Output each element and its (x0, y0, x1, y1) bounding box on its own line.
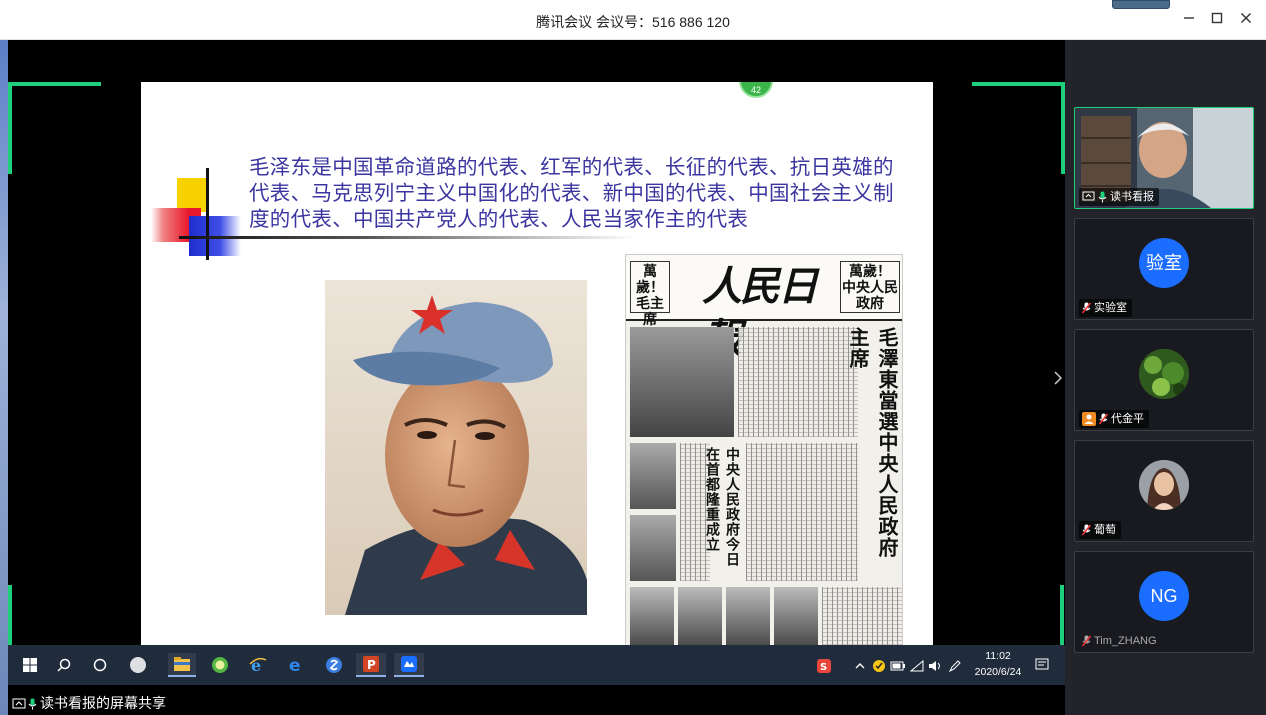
newspaper-left-slogan: 萬歲！ 毛主席 (630, 261, 670, 328)
avatar (1139, 349, 1189, 399)
sogou-ime-icon[interactable]: S (816, 653, 832, 677)
participant-name-tag: 实验室 (1079, 299, 1132, 317)
avatar (1139, 460, 1189, 510)
newspaper-photo (678, 587, 722, 647)
participant-name: 实验室 (1094, 302, 1127, 314)
tencent-meeting-icon[interactable] (394, 653, 424, 677)
slide-heading: 毛泽东是中国革命道路的代表、红军的代表、长征的代表、抗日英雄的代表、马克思列宁主… (249, 155, 894, 231)
microphone-icon (1098, 191, 1107, 203)
window-title: 腾讯会议 会议号：516 886 120 (536, 14, 730, 30)
newspaper-right-slogan: 萬歲！ 中央人民政府 (840, 261, 900, 313)
newspaper-column (746, 443, 858, 581)
title-bar: 腾讯会议 会议号：516 886 120 (0, 0, 1266, 40)
screen-share-icon (1082, 191, 1095, 201)
portrait-photo (325, 280, 587, 615)
participant-tile[interactable]: 代金平 (1074, 329, 1254, 431)
newspaper-photo (726, 587, 770, 647)
participant-tile[interactable]: 读书看报 (1074, 107, 1254, 209)
user-icon (1082, 412, 1096, 427)
share-frame-corner (972, 82, 1065, 174)
participant-tile[interactable]: 验室 实验室 (1074, 218, 1254, 320)
newspaper-photo (630, 587, 674, 647)
decoration-yellow-square (177, 178, 209, 212)
newspaper-body: 毛澤東當選中央人民政府主席 中央人民政府今日在首都隆重成立 (626, 323, 902, 647)
decoration-vertical-line (206, 168, 209, 260)
microphone-muted-icon (1082, 635, 1091, 647)
ie-icon[interactable]: e (246, 653, 270, 677)
participant-panel: 读书看报 验室 实验室 代金平 葡萄 NG Tim_ZHANG (1054, 40, 1262, 715)
newspaper-photo (630, 443, 676, 509)
edge-icon[interactable]: e (284, 653, 308, 677)
cortana-icon[interactable] (88, 653, 112, 677)
share-caption-text: 读书看报的屏幕共享 (40, 695, 166, 711)
microphone-muted-icon (1082, 302, 1091, 314)
volume-icon[interactable] (928, 653, 942, 677)
panel-edge (1262, 40, 1266, 715)
norton-icon[interactable] (872, 653, 886, 677)
newspaper-masthead: 萬歲！ 毛主席 人民日報 萬歲！ 中央人民政府 (626, 255, 902, 362)
chevron-up-icon[interactable] (854, 653, 866, 677)
shared-screen: 42 毛泽东是中国革命道路的代表、红军的代表、长征的代表、抗日英雄的代表、马克思… (8, 40, 1065, 692)
presentation-slide: 42 毛泽东是中国革命道路的代表、红军的代表、长征的代表、抗日英雄的代表、马克思… (141, 82, 933, 648)
participant-name-tag: 读书看报 (1079, 188, 1159, 206)
participant-name-tag: 代金平 (1079, 410, 1149, 428)
newspaper-title: 人民日報 (702, 263, 818, 362)
participant-tile[interactable]: 葡萄 (1074, 440, 1254, 542)
newspaper-column (738, 327, 858, 437)
share-frame-corner (8, 82, 101, 174)
newspaper-column (822, 587, 902, 647)
close-icon[interactable] (1233, 8, 1259, 32)
participant-name: Tim_ZHANG (1094, 635, 1157, 647)
microphone-muted-icon (1099, 413, 1108, 425)
svg-text:e: e (289, 656, 301, 674)
file-explorer-icon[interactable] (168, 653, 196, 677)
microphone-icon (28, 698, 37, 710)
newspaper-subheadline: 中央人民政府今日在首都隆重成立 (704, 447, 740, 567)
notification-icon[interactable] (1030, 653, 1054, 677)
network-icon[interactable] (909, 653, 924, 677)
clock-date: 2020/6/24 (974, 666, 1022, 678)
minimize-icon[interactable] (1176, 8, 1202, 32)
svg-text:S: S (820, 662, 827, 673)
newspaper-image: 萬歲！ 毛主席 人民日報 萬歲！ 中央人民政府 毛澤東當選中央人民政府主席 中央… (625, 254, 903, 648)
svg-text:P: P (367, 658, 376, 672)
chevron-right-icon[interactable] (1051, 368, 1065, 392)
participant-tile[interactable]: NG Tim_ZHANG (1074, 551, 1254, 653)
screen-share-icon (12, 698, 26, 709)
avatar: NG (1139, 571, 1189, 621)
microphone-muted-icon (1082, 524, 1091, 536)
windows-start-icon[interactable] (18, 653, 42, 677)
participant-name: 葡萄 (1094, 524, 1116, 536)
meeting-thumbnail-handle[interactable] (1112, 0, 1170, 9)
share-frame-corner (8, 585, 12, 647)
windows-taskbar: e e P S 11:02 2020/6/24 (8, 645, 1065, 685)
sogou-icon[interactable] (322, 653, 346, 677)
participant-name: 读书看报 (1110, 191, 1154, 203)
share-frame-corner (1060, 585, 1064, 647)
newspaper-photo (630, 515, 676, 581)
avatar: 验室 (1139, 238, 1189, 288)
maximize-icon[interactable] (1204, 8, 1230, 32)
powerpoint-icon[interactable]: P (356, 653, 386, 677)
newspaper-main-photo (630, 327, 734, 437)
desktop-edge (0, 40, 8, 715)
search-icon[interactable] (52, 653, 76, 677)
pen-icon[interactable] (948, 653, 962, 677)
participant-name-tag: 葡萄 (1079, 521, 1121, 539)
participant-name-tag: Tim_ZHANG (1079, 632, 1162, 650)
participant-name: 代金平 (1111, 413, 1144, 425)
decoration-horizontal-line (179, 236, 639, 239)
browser-360-icon[interactable] (208, 653, 232, 677)
pinwheel-icon[interactable] (126, 653, 150, 677)
battery-icon (890, 653, 906, 677)
taskbar-clock[interactable]: 11:02 2020/6/24 (968, 648, 1028, 680)
clock-time: 11:02 (985, 650, 1011, 662)
newspaper-photo (774, 587, 818, 647)
newspaper-headline: 毛澤東當選中央人民政府主席 (846, 327, 899, 558)
slide-number-badge: 42 (739, 82, 773, 98)
